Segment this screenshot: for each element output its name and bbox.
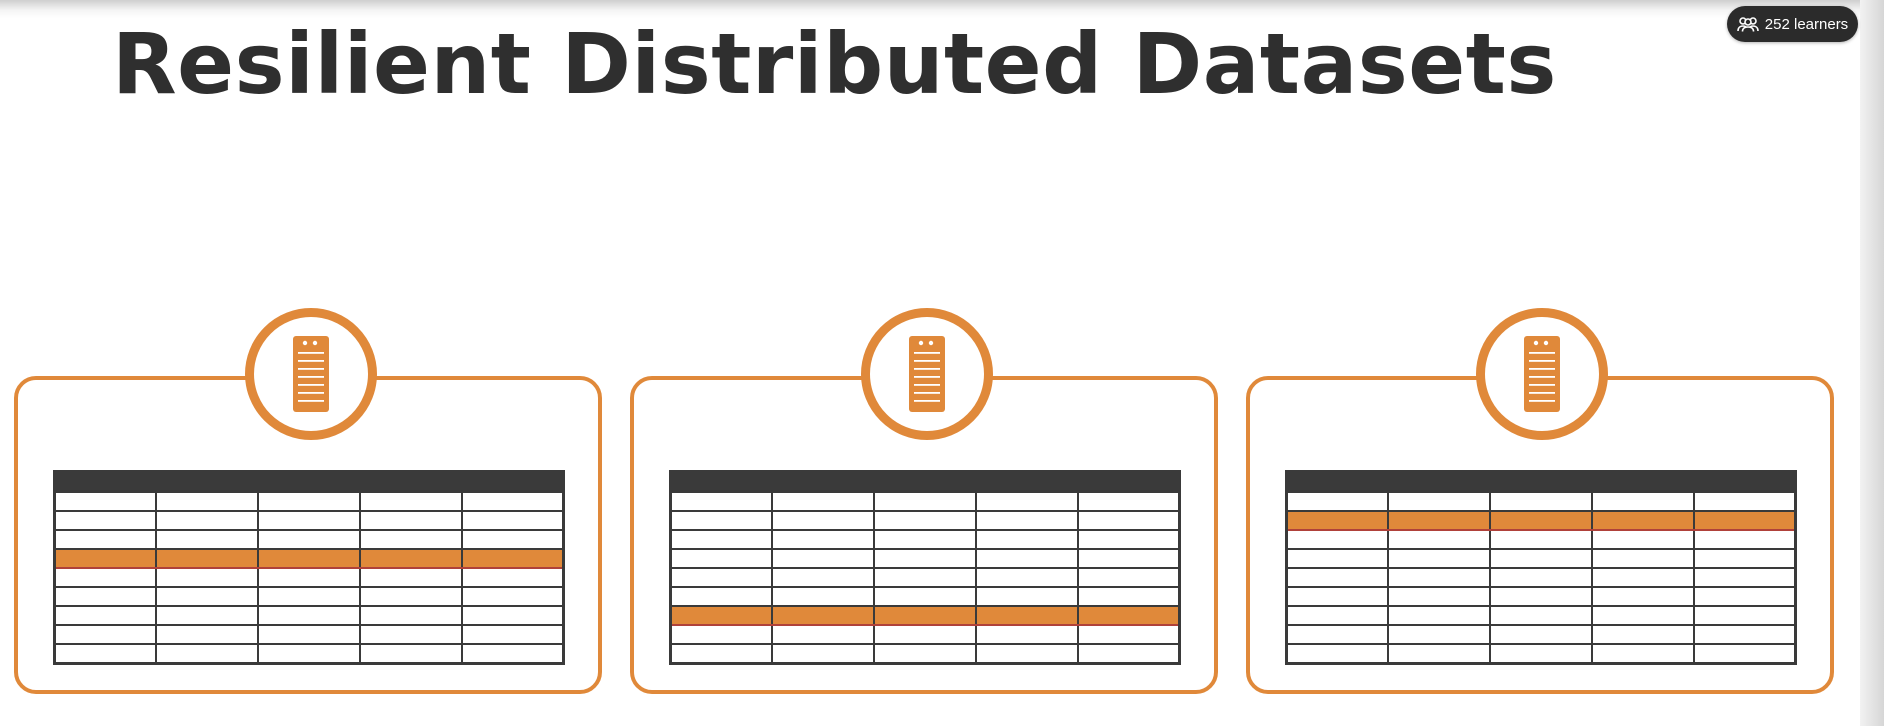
partition-table: [53, 470, 565, 665]
partition-table: [1285, 470, 1797, 665]
partition-table: [669, 470, 1181, 665]
server-icon: [909, 336, 945, 412]
highlighted-row: [1285, 510, 1797, 531]
server-badge: [245, 308, 377, 440]
server-icon: [293, 336, 329, 412]
highlighted-row: [53, 548, 565, 569]
server-badge: [861, 308, 993, 440]
learners-badge[interactable]: 252 learners: [1727, 6, 1858, 42]
slide-title: Resilient Distributed Datasets: [112, 15, 1557, 113]
server-icon: [1524, 336, 1560, 412]
learners-count: 252 learners: [1764, 15, 1849, 33]
highlighted-row: [669, 605, 1181, 626]
users-icon: [1736, 16, 1759, 32]
window-edge: [1860, 0, 1884, 726]
slide-stage: Resilient Distributed Datasets 252 learn…: [0, 0, 1884, 726]
server-badge: [1476, 308, 1608, 440]
